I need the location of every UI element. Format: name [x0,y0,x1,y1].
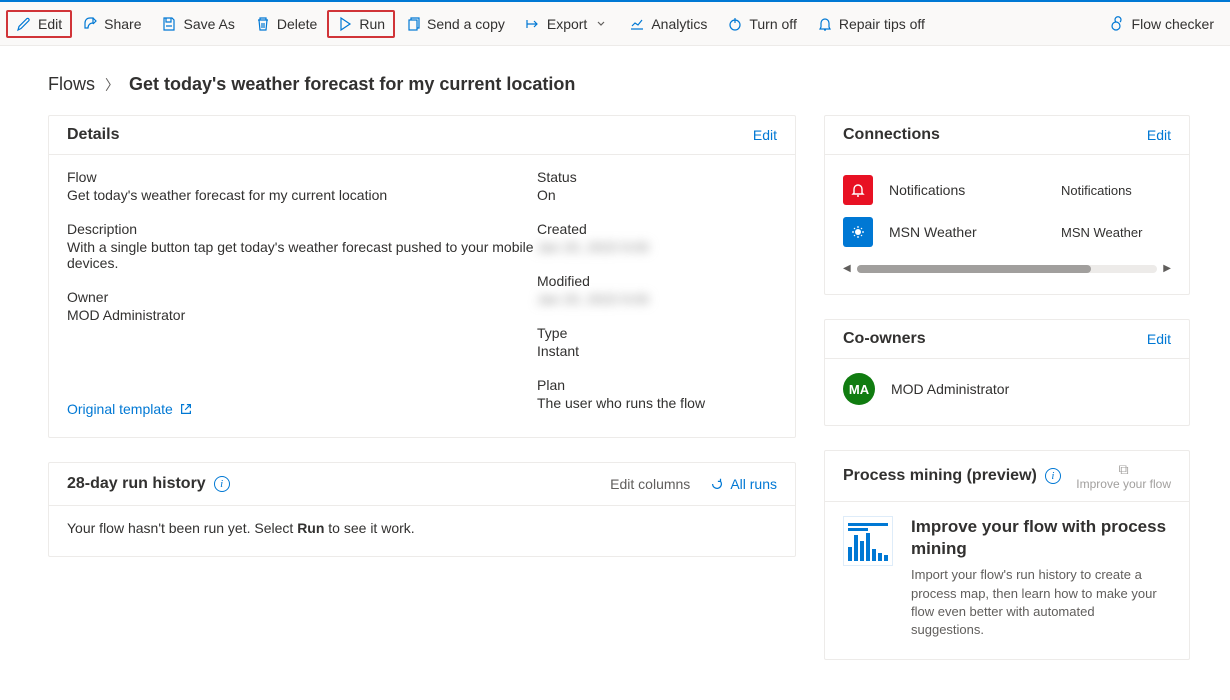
save-as-button[interactable]: Save As [151,10,244,38]
send-copy-button[interactable]: Send a copy [395,10,515,38]
breadcrumb-root[interactable]: Flows [48,74,95,95]
modified-label: Modified [537,273,777,289]
repair-tips-button[interactable]: Repair tips off [807,10,935,38]
delete-icon [255,16,271,32]
status-label: Status [537,169,777,185]
connection-name: Notifications [889,182,1045,198]
send-copy-label: Send a copy [427,16,505,32]
chevron-down-icon [593,16,609,32]
turn-off-button[interactable]: Turn off [717,10,806,38]
run-button[interactable]: Run [327,10,395,38]
copy-icon [405,16,421,32]
owner-label: Owner [67,289,537,305]
process-mining-card: Process mining (preview) i ⧉ Improve you… [824,450,1190,660]
connections-card: Connections Edit Notifications Notificat… [824,115,1190,295]
created-label: Created [537,221,777,237]
status-value: On [537,187,777,203]
command-bar: Edit Share Save As Delete Run Send a cop… [0,2,1230,46]
repair-tips-label: Repair tips off [839,16,925,32]
all-runs-link[interactable]: All runs [710,476,777,492]
flow-checker-button[interactable]: Flow checker [1100,10,1224,38]
details-title: Details [67,126,119,144]
process-mining-title: Process mining (preview) [843,467,1037,485]
run-label: Run [359,16,385,32]
flow-label: Flow [67,169,537,185]
process-mining-icon [843,516,893,566]
edit-button[interactable]: Edit [6,10,72,38]
weather-icon [843,217,873,247]
run-history-card: 28-day run history i Edit columns All ru… [48,462,796,557]
export-icon [525,16,541,32]
coowners-card: Co-owners Edit MA MOD Administrator [824,319,1190,426]
plan-value: The user who runs the flow [537,395,777,411]
details-card: Details Edit Flow Get today's weather fo… [48,115,796,438]
type-label: Type [537,325,777,341]
scroll-right-icon[interactable]: ▶ [1163,263,1171,274]
bell-icon [817,16,833,32]
info-icon[interactable]: i [214,476,230,492]
power-icon [727,16,743,32]
connections-title: Connections [843,126,940,144]
modified-value: Jan 20, 2023 9:00 [537,291,777,307]
analytics-label: Analytics [651,16,707,32]
delete-label: Delete [277,16,317,32]
description-label: Description [67,221,537,237]
connection-subtext: Notifications [1061,183,1171,198]
refresh-icon [710,477,724,491]
description-value: With a single button tap get today's wea… [67,239,537,271]
edit-label: Edit [38,16,62,32]
connections-edit-link[interactable]: Edit [1147,127,1171,143]
process-mining-body: Import your flow's run history to create… [911,566,1171,639]
avatar: MA [843,373,875,405]
chevron-right-icon: 〉 [105,75,119,95]
flow-checker-icon [1110,16,1126,32]
delete-button[interactable]: Delete [245,10,327,38]
notifications-icon [843,175,873,205]
export-button[interactable]: Export [515,10,619,38]
horizontal-scrollbar[interactable]: ◀ ▶ [843,263,1171,274]
connection-row[interactable]: Notifications Notifications [843,169,1171,211]
scroll-left-icon[interactable]: ◀ [843,263,851,274]
open-icon: ⧉ [1119,461,1129,478]
plan-label: Plan [537,377,777,393]
details-edit-link[interactable]: Edit [753,127,777,143]
edit-icon [16,16,32,32]
edit-columns-link[interactable]: Edit columns [610,476,690,492]
share-button[interactable]: Share [72,10,151,38]
share-label: Share [104,16,141,32]
save-icon [161,16,177,32]
play-icon [337,16,353,32]
flow-checker-label: Flow checker [1132,16,1214,32]
external-link-icon [179,402,193,416]
info-icon[interactable]: i [1045,468,1061,484]
connection-name: MSN Weather [889,224,1045,240]
flow-name: Get today's weather forecast for my curr… [67,187,537,203]
run-history-title: 28-day run history [67,475,206,493]
share-icon [82,16,98,32]
analytics-button[interactable]: Analytics [619,10,717,38]
breadcrumb: Flows 〉 Get today's weather forecast for… [48,74,1190,95]
export-label: Export [547,16,587,32]
save-as-label: Save As [183,16,234,32]
owner-value: MOD Administrator [67,307,537,323]
run-history-empty: Your flow hasn't been run yet. Select Ru… [67,520,415,536]
connection-row[interactable]: MSN Weather MSN Weather [843,211,1171,253]
improve-flow-button[interactable]: ⧉ Improve your flow [1076,461,1171,491]
coowners-title: Co-owners [843,330,926,348]
connection-subtext: MSN Weather [1061,225,1171,240]
type-value: Instant [537,343,777,359]
coowner-row[interactable]: MA MOD Administrator [843,373,1171,405]
coowners-edit-link[interactable]: Edit [1147,331,1171,347]
analytics-icon [629,16,645,32]
coowner-name: MOD Administrator [891,381,1009,397]
original-template-link[interactable]: Original template [67,401,193,417]
process-mining-heading: Improve your flow with process mining [911,516,1171,560]
created-value: Jan 20, 2023 9:00 [537,239,777,255]
turn-off-label: Turn off [749,16,796,32]
breadcrumb-current: Get today's weather forecast for my curr… [129,74,575,95]
